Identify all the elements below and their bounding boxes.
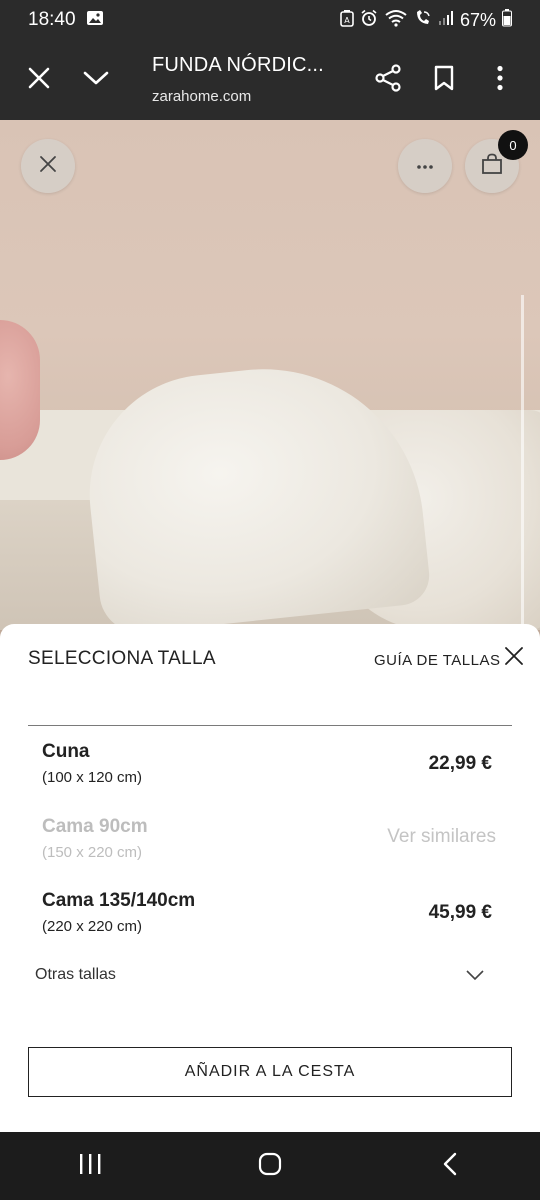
size-guide-link[interactable]: GUÍA DE TALLAS (374, 652, 501, 669)
status-bar: 18:40 A 67% (0, 0, 540, 40)
page-title: FUNDA NÓRDIC... (152, 54, 324, 76)
more-vert-icon (496, 65, 504, 96)
back-icon (442, 1152, 458, 1181)
home-icon (258, 1152, 282, 1181)
page-url: zarahome.com (152, 88, 252, 105)
divider (28, 725, 512, 726)
image-scrollbar[interactable] (521, 295, 524, 625)
gallery-icon (86, 10, 104, 31)
size-name: Cama 90cm (42, 816, 148, 837)
browser-toolbar: FUNDA NÓRDIC... zarahome.com (0, 40, 540, 120)
size-option-cama-135-140[interactable]: Cama 135/140cm (220 x 220 cm) 45,99 € (42, 890, 502, 952)
other-sizes-label: Otras tallas (35, 966, 116, 983)
size-option-cuna[interactable]: Cuna (100 x 120 cm) 22,99 € (42, 741, 502, 803)
bookmark-icon (433, 65, 455, 96)
product-image (0, 120, 540, 650)
size-name: Cama 135/140cm (42, 890, 196, 911)
close-tab-button[interactable] (19, 60, 59, 100)
size-selector-sheet: SELECCIONA TALLA GUÍA DE TALLAS Cuna (10… (0, 624, 540, 1132)
cart-count-badge: 0 (498, 130, 528, 160)
other-sizes-toggle[interactable]: Otras tallas (35, 958, 495, 994)
alarm-icon (360, 9, 378, 32)
recent-apps-icon (78, 1153, 102, 1180)
size-price: 22,99 € (428, 753, 492, 774)
wifi-call-icon (414, 9, 432, 32)
chevron-down-icon (465, 968, 485, 986)
more-actions-button[interactable] (398, 139, 452, 193)
close-icon (39, 155, 57, 178)
close-icon (504, 647, 524, 670)
see-similar-link[interactable]: Ver similares (387, 826, 496, 848)
battery-percent: 67% (459, 9, 496, 30)
duvet-image (77, 353, 433, 637)
bookmark-button[interactable] (424, 60, 464, 100)
signal-icon (438, 10, 454, 31)
home-button[interactable] (240, 1141, 300, 1191)
bag-icon (481, 153, 503, 180)
plush-toy-image (0, 320, 40, 460)
chevron-down-icon (83, 70, 109, 91)
more-horiz-icon (416, 157, 434, 175)
system-nav-bar (0, 1132, 540, 1200)
add-to-cart-button[interactable]: AÑADIR A LA CESTA (28, 1047, 512, 1097)
sheet-title: SELECCIONA TALLA (28, 648, 216, 669)
more-options-button[interactable] (480, 60, 520, 100)
size-dimensions: (150 x 220 cm) (42, 844, 143, 861)
share-icon (374, 63, 402, 97)
svg-text:A: A (344, 16, 350, 25)
size-name: Cuna (42, 741, 90, 762)
wifi-icon (384, 9, 408, 32)
minimize-tab-button[interactable] (76, 60, 116, 100)
size-price: 45,99 € (428, 902, 492, 923)
size-option-cama-90[interactable]: Cama 90cm (150 x 220 cm) Ver similares (42, 816, 502, 878)
data-saver-icon: A (340, 9, 354, 32)
battery-icon (502, 8, 512, 32)
close-product-button[interactable] (21, 139, 75, 193)
recent-apps-button[interactable] (60, 1141, 120, 1191)
size-dimensions: (100 x 120 cm) (42, 769, 143, 786)
status-time: 18:40 (28, 9, 76, 30)
close-sheet-button[interactable] (504, 646, 528, 670)
size-dimensions: (220 x 220 cm) (42, 918, 143, 935)
share-button[interactable] (368, 60, 408, 100)
close-icon (28, 67, 50, 94)
back-button[interactable] (420, 1141, 480, 1191)
